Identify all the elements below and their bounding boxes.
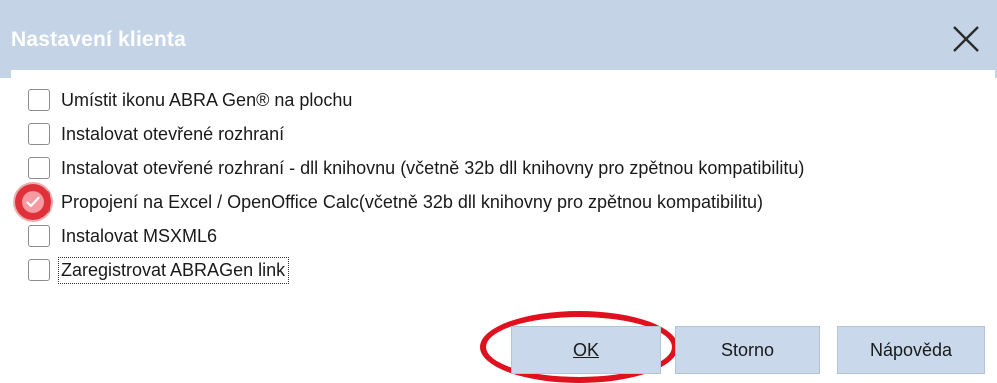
option-label: Instalovat otevřené rozhraní bbox=[61, 123, 285, 144]
option-list: Umístit ikonu ABRA Gen® na plochu Instal… bbox=[15, 83, 804, 287]
option-label: Umístit ikonu ABRA Gen® na plochu bbox=[61, 89, 353, 110]
checkbox-place-icon[interactable] bbox=[28, 89, 50, 111]
option-msxml6[interactable]: Instalovat MSXML6 bbox=[28, 219, 804, 253]
ok-button-label: OK bbox=[572, 339, 599, 360]
storno-button-label: Storno bbox=[720, 339, 775, 360]
checkbox-msxml6[interactable] bbox=[28, 225, 50, 247]
option-label: Propojení na Excel / OpenOffice Calc(vče… bbox=[61, 191, 764, 212]
title-bar[interactable]: Nastavení klienta bbox=[0, 0, 997, 78]
help-button[interactable]: Nápověda bbox=[837, 326, 985, 374]
close-button[interactable] bbox=[945, 18, 987, 60]
option-open-interface-dll[interactable]: Instalovat otevřené rozhraní - dll kniho… bbox=[28, 151, 804, 185]
option-open-interface[interactable]: Instalovat otevřené rozhraní bbox=[28, 117, 804, 151]
checkbox-open-interface[interactable] bbox=[28, 123, 50, 145]
help-button-label: Nápověda bbox=[869, 339, 953, 360]
option-label: Instalovat MSXML6 bbox=[61, 225, 218, 246]
checkbox-register-link[interactable] bbox=[28, 259, 50, 281]
option-label: Instalovat otevřené rozhraní - dll kniho… bbox=[61, 157, 805, 178]
button-bar: OK Storno Nápověda bbox=[11, 311, 995, 383]
option-place-icon[interactable]: Umístit ikonu ABRA Gen® na plochu bbox=[28, 83, 804, 117]
option-register-link[interactable]: Zaregistrovat ABRAGen link bbox=[28, 253, 804, 287]
checkbox-open-interface-dll[interactable] bbox=[28, 157, 50, 179]
dialog-content: Umístit ikonu ABRA Gen® na plochu Instal… bbox=[11, 70, 995, 383]
window-title: Nastavení klienta bbox=[11, 28, 186, 51]
option-excel-link[interactable]: Propojení na Excel / OpenOffice Calc(vče… bbox=[15, 184, 804, 220]
nastaveni-klienta-dialog: Nastavení klienta Umístit ikonu ABRA Gen… bbox=[0, 0, 997, 383]
storno-button[interactable]: Storno bbox=[675, 326, 820, 374]
checked-highlight-annotation bbox=[15, 184, 51, 220]
close-icon bbox=[953, 26, 979, 52]
option-label: Zaregistrovat ABRAGen link bbox=[57, 256, 290, 284]
checkmark-icon bbox=[26, 196, 40, 208]
ok-button[interactable]: OK bbox=[511, 326, 661, 374]
